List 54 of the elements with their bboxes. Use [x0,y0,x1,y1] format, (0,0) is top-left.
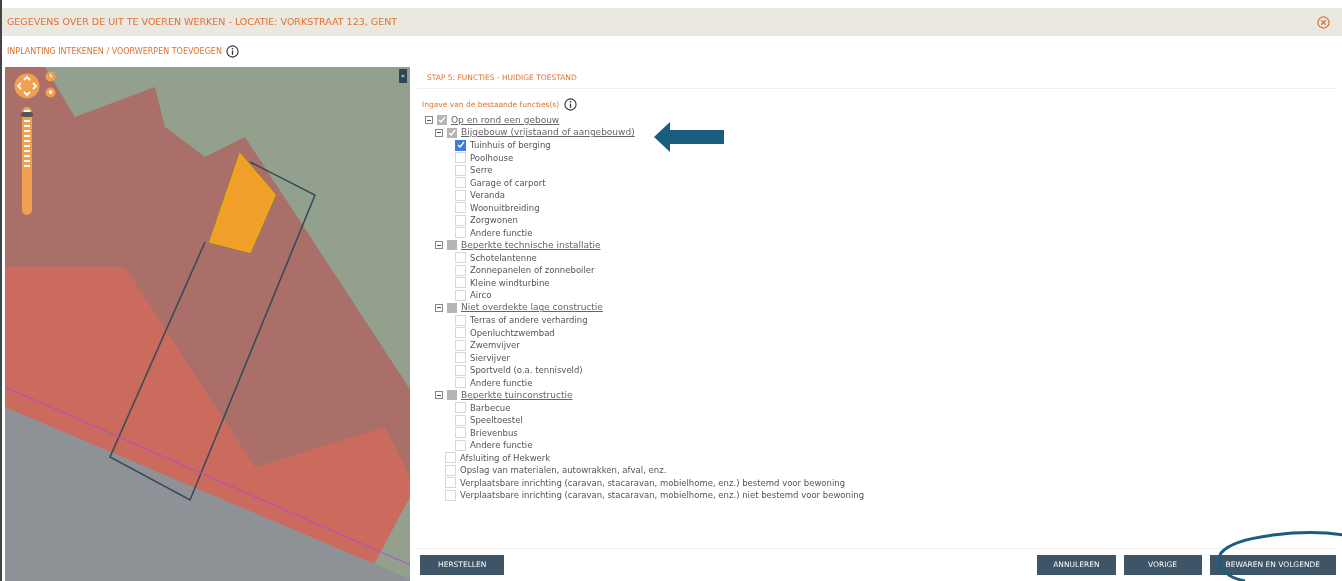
tree-item-label: Veranda [470,191,506,200]
close-icon[interactable] [1317,15,1330,29]
tree-item-label: Andere functie [470,228,533,237]
arrow-annotation-icon [654,122,724,152]
tree-item-label: Brievenbus [470,428,518,437]
tree-item-label: Airco [470,291,492,300]
collapse-toggle[interactable] [435,303,443,312]
tree-item-label: Niet overdekte lage constructie [461,303,603,313]
tree-item-label: Serre [470,166,493,175]
pan-control-icon[interactable] [14,73,40,99]
zoom-slider[interactable] [22,107,32,215]
tree-item-label: Schotelantenne [470,253,537,262]
tree-item-label: Openluchtzwembad [470,328,555,337]
tree-item-label: Op en rond een gebouw [451,115,560,125]
tree-item-label: Zwemvijver [470,341,520,350]
tree-item-label: Tuinhuis of berging [470,141,551,150]
location-pin-icon[interactable] [45,87,56,99]
tree-item-label: Speeltoestel [470,416,523,425]
tree-item-label: Andere functie [470,441,533,450]
tree-item-label: Zorgwonen [470,216,518,225]
checkbox[interactable] [447,302,457,313]
info-icon[interactable] [564,98,578,111]
tree-item-label: Poolhouse [470,153,514,162]
info-icon[interactable] [225,45,239,58]
checkbox[interactable] [437,115,447,126]
tree-item-label: Kleine windturbine [470,278,550,287]
collapse-toggle[interactable] [435,391,443,400]
tree-item-label: Andere functie [470,378,533,387]
tree-item-label: Woonuitbreiding [470,203,540,212]
tree-item-label: Verplaatsbare inrichting (caravan, stacaravan, mobielhome, enz.) niet bestemd voor bewoning [460,491,865,500]
collapse-toggle[interactable] [425,116,433,125]
checkbox[interactable] [447,127,457,138]
header-title: GEGEVENS OVER DE UIT TE VOEREN WERKEN - LOCATIE: VORKSTRAAT 123, GENT [7,14,398,29]
checkbox[interactable] [455,139,466,151]
checkbox[interactable] [447,240,457,251]
tree-item-label: Zonnepanelen of zonneboiler [470,266,595,275]
collapse-toggle[interactable] [435,241,443,250]
tree-item-label: Barbecue [470,403,511,412]
tree-item-label: Terras of andere verharding [470,316,588,325]
checkbox[interactable] [447,390,457,401]
clock-icon[interactable] [45,71,56,82]
tree-item-label: Garage of carport [470,178,546,187]
tree-item-label: Beperkte technische installatie [461,240,601,250]
tree-item-label: Afsluiting of Hekwerk [460,453,551,462]
subheader-title: INPLANTING INTEKENEN / VOORWERPEN TOEVOEGEN [7,45,222,58]
tree-item-label: Sportveld (o.a. tennisveld) [470,366,583,375]
ellipse-annotation-icon [1215,531,1342,581]
tree-item-label: Siervijver [470,353,510,362]
tree-item-label: Verplaatsbare inrichting (caravan, stacaravan, mobielhome, enz.) bestemd voor bewoning [460,478,846,487]
tree-item-label: Beperkte tuinconstructie [461,390,573,400]
zoom-slider-thumb[interactable] [21,112,33,117]
tree-item-label: Bijgebouw (vrijstaand of aangebouwd) [461,128,635,138]
tree-item-label: Opslag van materialen, autowrakken, afval, enz. [460,466,667,475]
collapse-toggle[interactable] [435,128,443,137]
